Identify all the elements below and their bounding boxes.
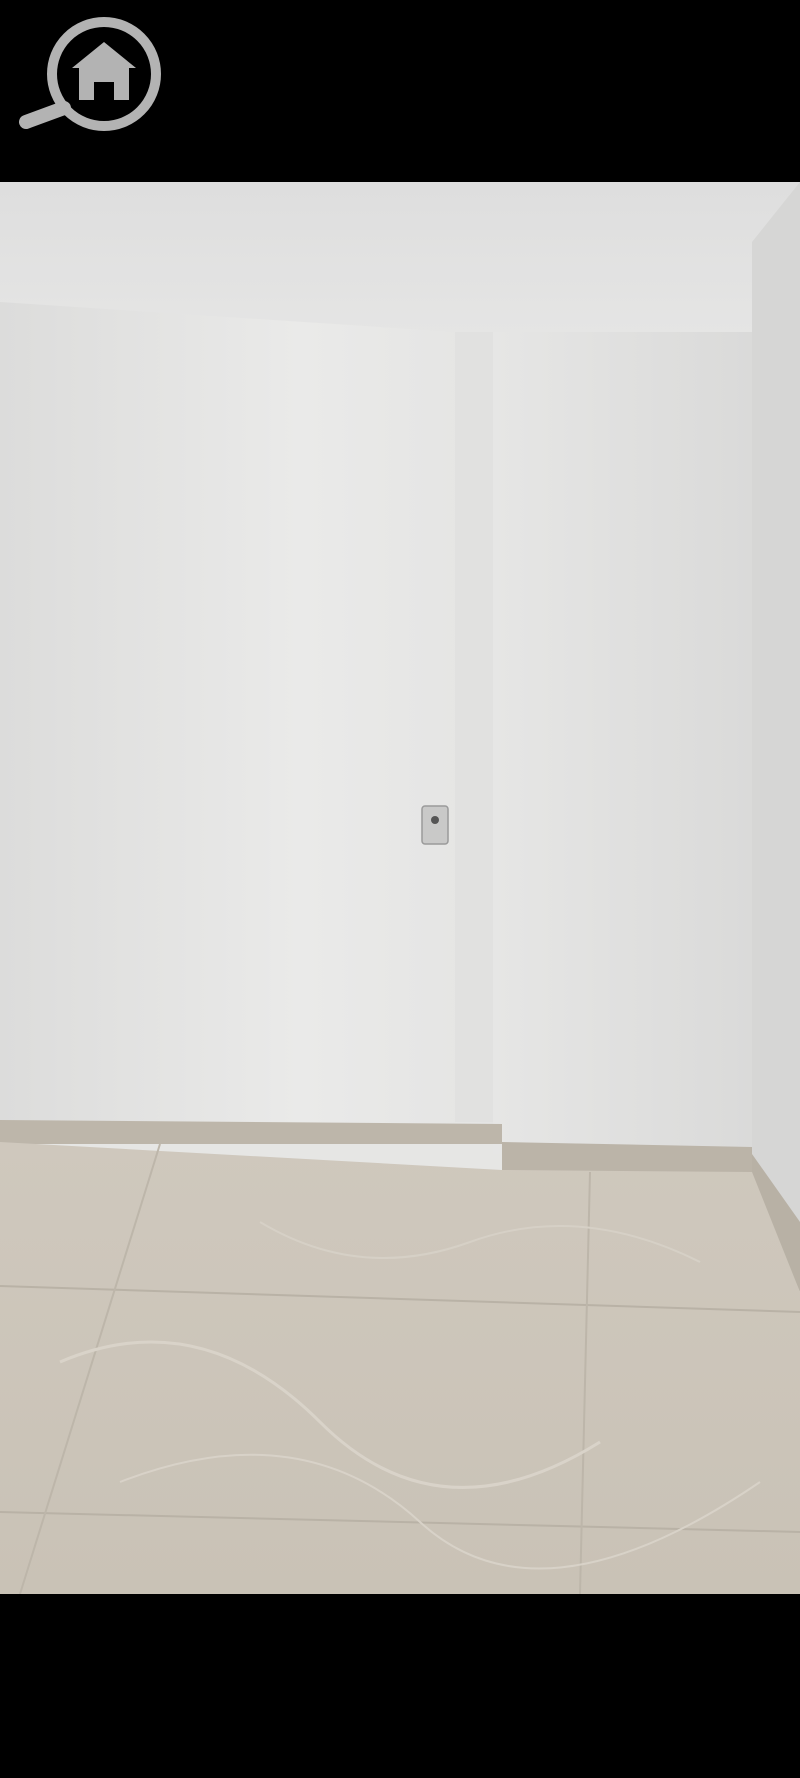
room-photo	[0, 182, 800, 1594]
bottom-bar	[0, 1594, 800, 1778]
media-viewer-screen	[0, 0, 800, 1778]
home-search-icon[interactable]	[18, 16, 168, 134]
top-bar	[0, 0, 800, 182]
